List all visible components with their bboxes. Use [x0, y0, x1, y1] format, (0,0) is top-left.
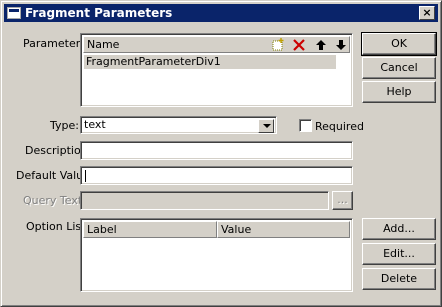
title-bar[interactable]: Fragment Parameters ×	[4, 4, 438, 22]
ok-button[interactable]: OK	[361, 32, 437, 56]
new-icon[interactable]	[271, 38, 285, 52]
move-down-icon[interactable]	[334, 38, 348, 52]
add-button[interactable]: Add...	[362, 218, 436, 240]
close-button[interactable]: ×	[419, 6, 435, 20]
window-title: Fragment Parameters	[25, 6, 173, 20]
help-button[interactable]: Help	[362, 81, 436, 103]
edit-button-label: Edit...	[383, 247, 415, 260]
delete-button-label: Delete	[380, 272, 418, 285]
type-select-value: text	[84, 118, 106, 131]
label-column-header-text: Label	[87, 223, 117, 236]
window-icon	[7, 7, 21, 19]
chevron-down-icon[interactable]	[258, 119, 274, 133]
cancel-button-label: Cancel	[380, 61, 418, 74]
list-item[interactable]: FragmentParameterDiv1	[84, 55, 336, 69]
label-column-header[interactable]: Label	[83, 221, 217, 238]
query-text-label: Query Text:	[23, 194, 86, 207]
help-button-label: Help	[386, 85, 412, 98]
edit-button[interactable]: Edit...	[362, 243, 436, 265]
text-caret	[85, 170, 86, 182]
query-browse-button: ...	[332, 191, 353, 210]
parameters-list: Name FragmentParameterDiv1	[80, 33, 353, 107]
default-value-field[interactable]	[80, 166, 353, 185]
cancel-button[interactable]: Cancel	[362, 57, 436, 79]
required-label[interactable]: Required	[315, 120, 364, 133]
move-up-icon[interactable]	[314, 38, 328, 52]
value-column-header-text: Value	[221, 223, 252, 236]
delete-icon[interactable]	[292, 38, 306, 52]
query-browse-label: ...	[337, 193, 348, 206]
required-checkbox[interactable]	[299, 119, 312, 132]
query-text-field	[80, 191, 329, 210]
fragment-parameters-dialog: Fragment Parameters × Parameters: Name F…	[0, 0, 442, 307]
description-field[interactable]	[80, 141, 353, 160]
delete-button[interactable]: Delete	[362, 268, 436, 290]
add-button-label: Add...	[383, 222, 415, 235]
option-list: Label Value	[80, 218, 353, 292]
type-label: Type:	[50, 119, 79, 132]
type-select[interactable]: text	[80, 116, 277, 134]
name-column-header: Name	[87, 38, 120, 51]
value-column-header[interactable]: Value	[217, 221, 350, 238]
ok-button-label: OK	[391, 37, 407, 50]
parameters-list-header: Name	[83, 36, 350, 53]
